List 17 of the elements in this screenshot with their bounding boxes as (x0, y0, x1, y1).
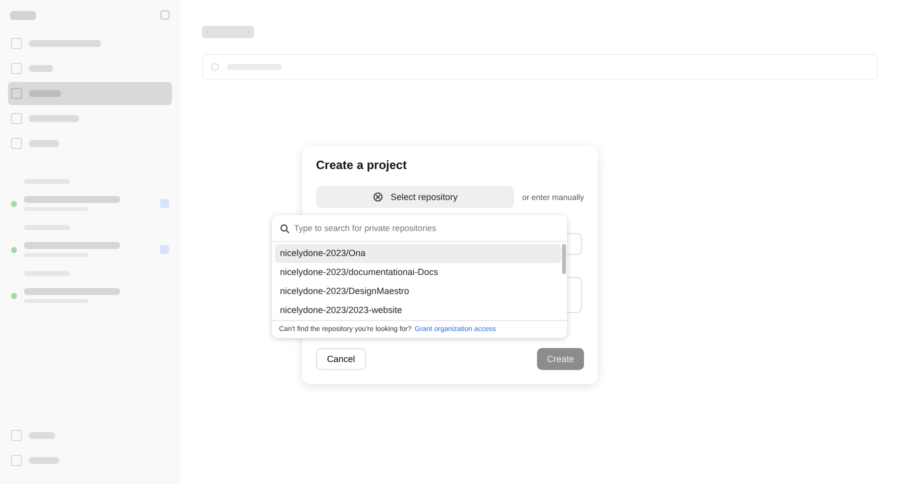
search-icon (280, 224, 290, 234)
cancel-button[interactable]: Cancel (316, 348, 366, 370)
repository-option[interactable]: nicelydone-2023/DesignMaestro (275, 282, 561, 301)
repository-option[interactable]: nicelydone-2023/2023-website (275, 301, 561, 320)
sidebar-item[interactable] (8, 82, 172, 105)
search-field[interactable] (202, 54, 878, 80)
sidebar-toggle-icon[interactable] (160, 10, 170, 20)
dialog-title: Create a project (316, 158, 408, 172)
select-repository-button[interactable]: Select repository (316, 186, 514, 208)
repository-search-field[interactable]: Type to search for private repositories (272, 215, 567, 241)
repository-option[interactable]: nicelydone-2023/documentationai-Docs (275, 263, 561, 282)
repository-option[interactable]: nicelydone-2023/Ona (275, 244, 561, 263)
enter-manually-link[interactable]: or enter manually (522, 192, 584, 202)
page-title-bar (202, 26, 254, 38)
scrollbar-thumb[interactable] (562, 244, 566, 274)
blocked-circle-icon (372, 192, 383, 202)
brand-logo (10, 10, 36, 20)
